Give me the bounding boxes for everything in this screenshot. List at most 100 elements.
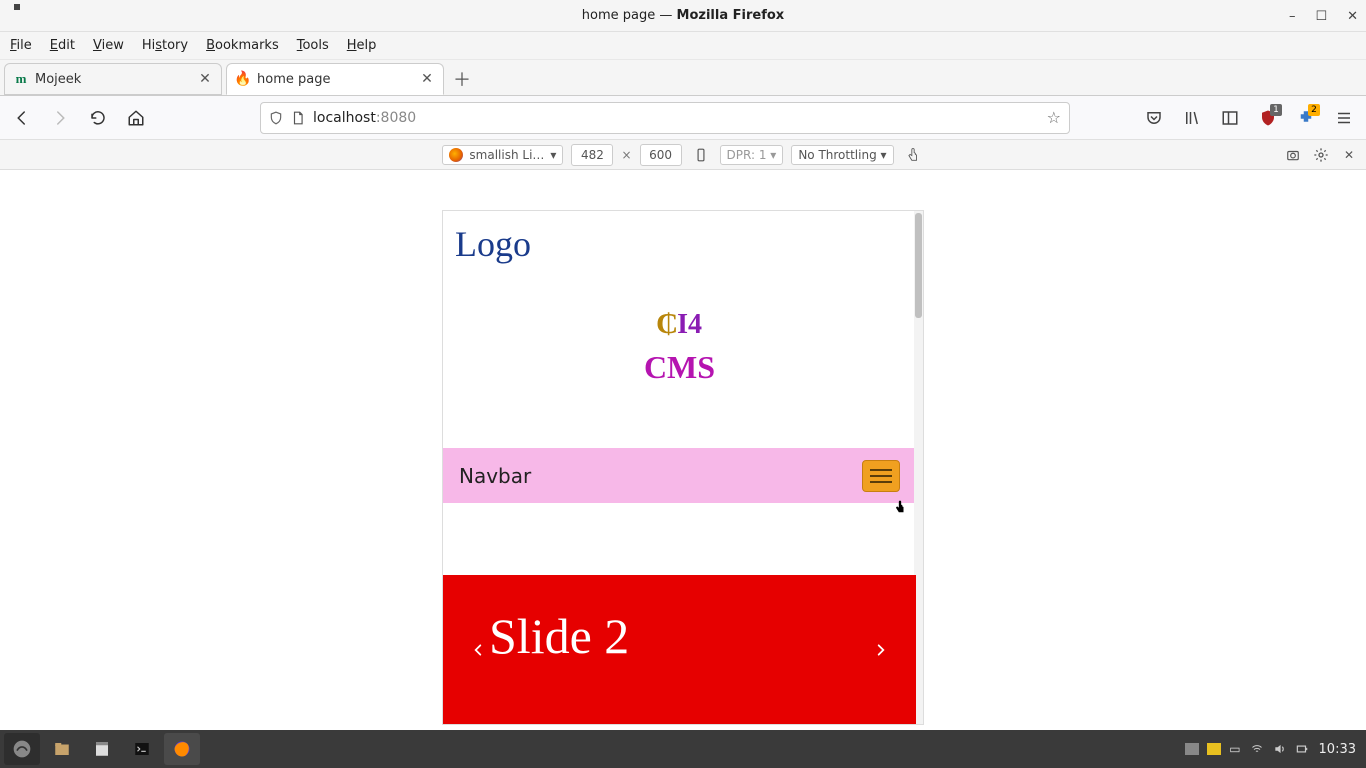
app-menubar: File Edit View History Bookmarks Tools H… <box>0 32 1366 60</box>
forward-button[interactable] <box>46 104 74 132</box>
ublock-button[interactable]: 1 <box>1254 104 1282 132</box>
url-bar[interactable]: localhost:8080 ☆ <box>260 102 1070 134</box>
tab-close-button[interactable]: ✕ <box>197 71 213 87</box>
window-titlebar: home page — Mozilla Firefox – ☐ ✕ <box>0 0 1366 32</box>
reload-button[interactable] <box>84 104 112 132</box>
menu-view[interactable]: View <box>93 38 124 53</box>
simulated-viewport: Logo ₵I4 CMS Navbar Slide 2 <box>442 210 924 725</box>
bookmark-star-icon[interactable]: ☆ <box>1047 108 1061 127</box>
extension-badge: 2 <box>1308 104 1320 116</box>
device-select[interactable]: smallish Li… ▾ <box>442 145 563 165</box>
pocket-button[interactable] <box>1140 104 1168 132</box>
menu-help[interactable]: Help <box>347 38 377 53</box>
favicon-mojeek-icon: m <box>13 71 29 87</box>
window-title-sep: — <box>659 8 676 23</box>
url-text: localhost:8080 <box>313 110 416 126</box>
url-host: localhost <box>313 110 376 126</box>
terminal-button[interactable] <box>124 733 160 765</box>
home-button[interactable] <box>122 104 150 132</box>
window-title-app: Mozilla Firefox <box>677 8 785 23</box>
navbar-brand[interactable]: Navbar <box>459 464 531 488</box>
dpr-label: DPR: 1 <box>727 148 767 162</box>
site-logo[interactable]: Logo <box>443 211 916 269</box>
volume-icon[interactable] <box>1273 742 1287 756</box>
sidebar-button[interactable] <box>1216 104 1244 132</box>
start-menu-button[interactable] <box>4 733 40 765</box>
network-icon[interactable] <box>1249 743 1265 755</box>
carousel-slide: Slide 2 <box>443 575 916 725</box>
viewport-height-input[interactable]: 600 <box>640 144 682 166</box>
tab-mojeek[interactable]: m Mojeek ✕ <box>4 63 222 95</box>
navigation-toolbar: localhost:8080 ☆ 1 2 <box>0 96 1366 140</box>
webpage-content: Logo ₵I4 CMS Navbar Slide 2 <box>443 211 916 724</box>
window-minimize-button[interactable]: – <box>1289 9 1296 24</box>
navbar-toggler-button[interactable] <box>862 460 900 492</box>
site-info-icon[interactable] <box>291 110 305 126</box>
window-title-page: home page <box>582 8 655 23</box>
screenshot-button[interactable] <box>1282 144 1304 166</box>
library-button[interactable] <box>1178 104 1206 132</box>
devtools-settings-button[interactable] <box>1310 144 1332 166</box>
slide-title: Slide 2 <box>489 607 629 665</box>
taskbar-clock[interactable]: 10:33 <box>1313 742 1362 757</box>
dimension-separator: × <box>621 148 631 162</box>
responsive-design-toolbar: smallish Li… ▾ 482 × 600 DPR: 1 ▾ No Thr… <box>0 140 1366 170</box>
hamburger-line-icon <box>870 481 892 483</box>
window-controls: – ☐ ✕ <box>1289 0 1358 32</box>
menu-file[interactable]: File <box>10 38 32 53</box>
shield-icon[interactable] <box>269 110 283 126</box>
brand-logo: ₵I4 CMS <box>443 309 916 386</box>
viewport-scroll-thumb[interactable] <box>915 213 922 318</box>
extension-button[interactable]: 2 <box>1292 104 1320 132</box>
menu-bookmarks[interactable]: Bookmarks <box>206 38 279 53</box>
window-close-button[interactable]: ✕ <box>1347 9 1358 24</box>
menu-edit[interactable]: Edit <box>50 38 75 53</box>
window-title: home page — Mozilla Firefox <box>582 8 784 23</box>
tray-icon[interactable] <box>1207 743 1221 755</box>
throttling-select[interactable]: No Throttling ▾ <box>791 145 893 165</box>
brand-i4-chars: I4 <box>677 309 702 340</box>
menu-tools[interactable]: Tools <box>297 38 329 53</box>
app-indicator-icon <box>14 4 20 10</box>
chevron-down-icon: ▾ <box>770 148 776 162</box>
carousel-prev-button[interactable] <box>471 640 485 660</box>
firefox-taskbar-button[interactable] <box>164 733 200 765</box>
content-area: Logo ₵I4 CMS Navbar Slide 2 <box>0 170 1366 730</box>
brand-cms: CMS <box>443 349 916 386</box>
hamburger-line-icon <box>870 475 892 477</box>
tab-label: home page <box>257 72 413 87</box>
tray-icon[interactable] <box>1185 743 1199 755</box>
site-navbar: Navbar <box>443 448 916 503</box>
menu-history[interactable]: History <box>142 38 188 53</box>
dpr-select[interactable]: DPR: 1 ▾ <box>720 145 784 165</box>
favicon-codeigniter-icon: 🔥 <box>235 71 251 87</box>
hamburger-line-icon <box>870 469 892 471</box>
back-button[interactable] <box>8 104 36 132</box>
desktop-taskbar: ▭ 10:33 <box>0 730 1366 768</box>
tab-home-page[interactable]: 🔥 home page ✕ <box>226 63 444 95</box>
window-maximize-button[interactable]: ☐ <box>1315 9 1327 24</box>
battery-icon[interactable] <box>1295 742 1309 756</box>
chevron-down-icon: ▾ <box>550 148 556 162</box>
rotate-viewport-button[interactable] <box>690 144 712 166</box>
tab-label: Mojeek <box>35 72 191 87</box>
touch-simulation-button[interactable] <box>902 144 924 166</box>
throttling-label: No Throttling <box>798 148 876 162</box>
viewport-width-input[interactable]: 482 <box>571 144 613 166</box>
text-editor-button[interactable] <box>84 733 120 765</box>
new-tab-button[interactable]: ＋ <box>448 65 476 93</box>
ublock-badge: 1 <box>1270 104 1282 116</box>
carousel-next-button[interactable] <box>874 640 888 660</box>
system-tray: ▭ <box>1185 742 1308 756</box>
device-select-label: smallish Li… <box>469 148 544 162</box>
tab-close-button[interactable]: ✕ <box>419 71 435 87</box>
app-menu-button[interactable] <box>1330 104 1358 132</box>
tray-icon[interactable]: ▭ <box>1229 742 1240 756</box>
url-port: :8080 <box>376 110 416 126</box>
close-rdm-button[interactable]: ✕ <box>1338 144 1360 166</box>
file-manager-button[interactable] <box>44 733 80 765</box>
tab-bar: m Mojeek ✕ 🔥 home page ✕ ＋ <box>0 60 1366 96</box>
chevron-down-icon: ▾ <box>881 148 887 162</box>
brand-c-char: ₵ <box>656 309 678 341</box>
firefox-icon <box>449 148 463 162</box>
